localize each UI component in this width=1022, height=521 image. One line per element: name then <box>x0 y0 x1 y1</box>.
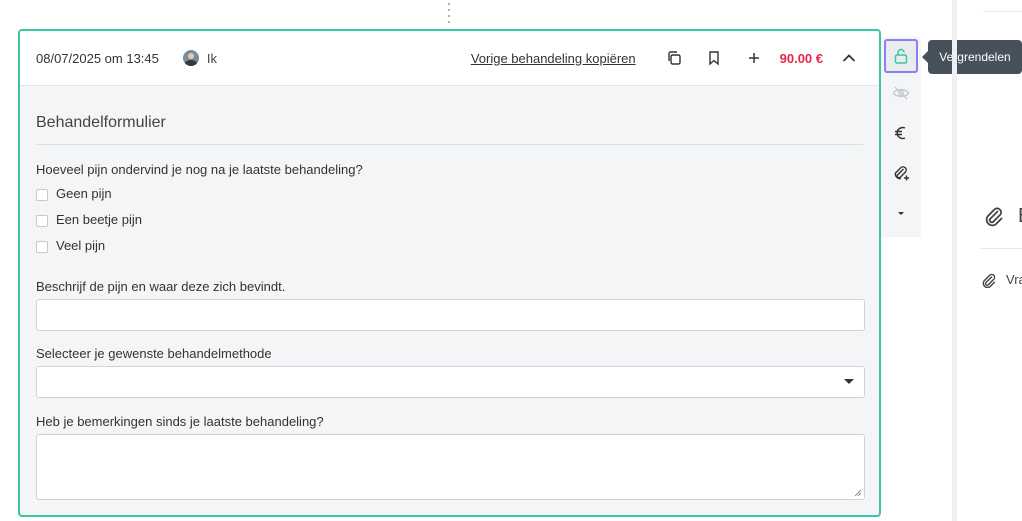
copy-previous-treatment-link[interactable]: Vorige behandeling kopiëren <box>471 51 636 66</box>
chevron-up-icon[interactable] <box>835 44 863 72</box>
pain-option-little-label: Een beetje pijn <box>56 211 143 227</box>
right-panel: B Vra <box>957 0 1022 521</box>
pain-option-much-checkbox[interactable] <box>36 240 48 253</box>
pain-option-none-label: Geen pijn <box>56 185 112 201</box>
caret-down-icon[interactable] <box>881 193 921 233</box>
attach-add-icon[interactable] <box>881 153 921 193</box>
attachments-title: B <box>1018 205 1022 228</box>
pain-option-much[interactable]: Veel pijn <box>36 235 863 255</box>
unlock-icon[interactable] <box>884 39 918 73</box>
drag-handle-icon[interactable] <box>447 3 451 23</box>
remarks-textarea[interactable] <box>36 434 865 500</box>
pain-option-none[interactable]: Geen pijn <box>36 183 863 203</box>
header-actions: Vorige behandeling kopiëren 90.00 € <box>471 44 863 72</box>
attachment-item-label[interactable]: Vra <box>1006 272 1022 287</box>
resize-grip-icon[interactable] <box>854 489 862 497</box>
pain-option-none-checkbox[interactable] <box>36 188 48 201</box>
duplicate-icon[interactable] <box>660 44 688 72</box>
pain-option-little-checkbox[interactable] <box>36 214 48 227</box>
side-toolbar <box>881 37 921 237</box>
avatar <box>182 50 199 66</box>
treatment-method-label: Selecteer je gewenste behandelmethode <box>36 346 272 361</box>
treatment-price: 90.00 € <box>779 50 823 66</box>
divider <box>983 11 1022 12</box>
pain-description-label: Beschrijf de pijn en waar deze zich bevi… <box>36 279 286 294</box>
pain-question-label: Hoeveel pijn ondervind je nog na je laat… <box>36 162 363 177</box>
user-info: Ik <box>182 50 218 66</box>
pain-description-input[interactable] <box>36 299 865 331</box>
divider <box>981 248 1022 249</box>
treatment-card: 08/07/2025 om 13:45 Ik Vorige behandelin… <box>18 29 881 517</box>
plus-icon[interactable] <box>740 44 768 72</box>
treatment-form: Behandelformulier Hoeveel pijn ondervind… <box>20 114 879 500</box>
card-header: 08/07/2025 om 13:45 Ik Vorige behandelin… <box>20 31 879 86</box>
bookmark-icon[interactable] <box>700 44 728 72</box>
user-name: Ik <box>206 50 218 66</box>
euro-icon[interactable] <box>881 113 921 153</box>
pain-option-much-label: Veel pijn <box>56 237 106 253</box>
paperclip-icon <box>982 273 996 288</box>
remarks-label: Heb je bemerkingen sinds je laatste beha… <box>36 414 324 429</box>
treatment-method-select[interactable] <box>36 366 865 398</box>
treatment-datetime: 08/07/2025 om 13:45 <box>36 50 159 66</box>
pain-option-little[interactable]: Een beetje pijn <box>36 209 863 229</box>
paperclip-icon <box>985 207 1003 227</box>
caret-down-icon <box>844 379 854 384</box>
eye-off-icon[interactable] <box>881 73 921 113</box>
form-section-title: Behandelformulier <box>36 114 863 145</box>
